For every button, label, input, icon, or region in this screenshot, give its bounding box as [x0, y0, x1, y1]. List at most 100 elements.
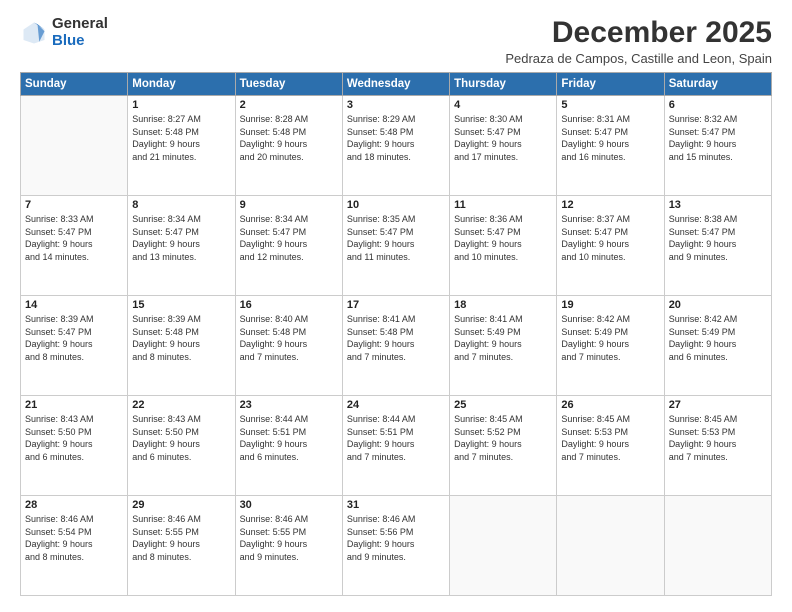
- table-row: 6Sunrise: 8:32 AM Sunset: 5:47 PM Daylig…: [664, 96, 771, 196]
- table-row: 27 Sunrise: 8:45 AM Sunset: 5:53 PM Dayli…: [664, 396, 771, 496]
- col-thursday: Thursday: [450, 73, 557, 96]
- day-number: 29: [132, 499, 230, 511]
- day-info: Sunrise: 8:41 AM Sunset: 5:49 PM Dayligh…: [454, 313, 552, 363]
- table-row: 18 Sunrise: 8:41 AM Sunset: 5:49 PM Dayli…: [450, 296, 557, 396]
- day-info: Sunrise: 8:46 AM Sunset: 5:55 PM Dayligh…: [132, 513, 230, 563]
- day-info: Sunrise: 8:34 AM Sunset: 5:47 PM Dayligh…: [240, 213, 338, 263]
- day-number: 15: [132, 299, 230, 311]
- day-number: 19: [561, 299, 659, 311]
- col-saturday: Saturday: [664, 73, 771, 96]
- table-row: 12Sunrise: 8:37 AM Sunset: 5:47 PM Dayli…: [557, 196, 664, 296]
- day-number: 30: [240, 499, 338, 511]
- calendar-header-row: Sunday Monday Tuesday Wednesday Thursday…: [21, 73, 772, 96]
- table-row: 9 Sunrise: 8:34 AM Sunset: 5:47 PM Daylig…: [235, 196, 342, 296]
- logo-text: General Blue: [52, 16, 108, 49]
- day-number: 27: [669, 399, 767, 411]
- day-info: Sunrise: 8:33 AM Sunset: 5:47 PM Dayligh…: [25, 213, 123, 263]
- day-info: Sunrise: 8:39 AM Sunset: 5:47 PM Dayligh…: [25, 313, 123, 363]
- day-number: 23: [240, 399, 338, 411]
- table-row: 3Sunrise: 8:29 AM Sunset: 5:48 PM Daylig…: [342, 96, 449, 196]
- calendar-week-row: 21 Sunrise: 8:43 AM Sunset: 5:50 PM Dayli…: [21, 396, 772, 496]
- day-info: Sunrise: 8:46 AM Sunset: 5:56 PM Dayligh…: [347, 513, 445, 563]
- page: General Blue December 2025 Pedraza de Ca…: [0, 0, 792, 612]
- day-info: Sunrise: 8:42 AM Sunset: 5:49 PM Dayligh…: [669, 313, 767, 363]
- day-info: Sunrise: 8:30 AM Sunset: 5:47 PM Dayligh…: [454, 113, 552, 163]
- table-row: 13 Sunrise: 8:38 AM Sunset: 5:47 PM Dayli…: [664, 196, 771, 296]
- day-info: Sunrise: 8:45 AM Sunset: 5:53 PM Dayligh…: [669, 413, 767, 463]
- day-number: 11: [454, 199, 552, 211]
- day-info: Sunrise: 8:39 AM Sunset: 5:48 PM Dayligh…: [132, 313, 230, 363]
- col-friday: Friday: [557, 73, 664, 96]
- calendar-week-row: 14 Sunrise: 8:39 AM Sunset: 5:47 PM Dayli…: [21, 296, 772, 396]
- logo-blue: Blue: [52, 33, 108, 50]
- table-row: 22Sunrise: 8:43 AM Sunset: 5:50 PM Dayli…: [128, 396, 235, 496]
- day-info: Sunrise: 8:44 AM Sunset: 5:51 PM Dayligh…: [347, 413, 445, 463]
- day-number: 28: [25, 499, 123, 511]
- table-row: 24Sunrise: 8:44 AM Sunset: 5:51 PM Dayli…: [342, 396, 449, 496]
- day-number: 9: [240, 199, 338, 211]
- day-info: Sunrise: 8:41 AM Sunset: 5:48 PM Dayligh…: [347, 313, 445, 363]
- day-info: Sunrise: 8:35 AM Sunset: 5:47 PM Dayligh…: [347, 213, 445, 263]
- table-row: 4Sunrise: 8:30 AM Sunset: 5:47 PM Daylig…: [450, 96, 557, 196]
- day-number: 10: [347, 199, 445, 211]
- day-info: Sunrise: 8:45 AM Sunset: 5:53 PM Dayligh…: [561, 413, 659, 463]
- logo: General Blue: [20, 16, 108, 49]
- table-row: 10 Sunrise: 8:35 AM Sunset: 5:47 PM Dayli…: [342, 196, 449, 296]
- table-row: 21 Sunrise: 8:43 AM Sunset: 5:50 PM Dayli…: [21, 396, 128, 496]
- table-row: 7 Sunrise: 8:33 AM Sunset: 5:47 PM Daylig…: [21, 196, 128, 296]
- table-row: 5 Sunrise: 8:31 AM Sunset: 5:47 PM Daylig…: [557, 96, 664, 196]
- logo-icon: [20, 19, 48, 47]
- day-number: 8: [132, 199, 230, 211]
- table-row: 25 Sunrise: 8:45 AM Sunset: 5:52 PM Dayli…: [450, 396, 557, 496]
- day-number: 26: [561, 399, 659, 411]
- table-row: [664, 496, 771, 596]
- day-number: 21: [25, 399, 123, 411]
- table-row: 31Sunrise: 8:46 AM Sunset: 5:56 PM Dayli…: [342, 496, 449, 596]
- calendar-week-row: 7 Sunrise: 8:33 AM Sunset: 5:47 PM Daylig…: [21, 196, 772, 296]
- day-info: Sunrise: 8:38 AM Sunset: 5:47 PM Dayligh…: [669, 213, 767, 263]
- day-number: 14: [25, 299, 123, 311]
- col-wednesday: Wednesday: [342, 73, 449, 96]
- day-info: Sunrise: 8:46 AM Sunset: 5:55 PM Dayligh…: [240, 513, 338, 563]
- day-number: 20: [669, 299, 767, 311]
- col-tuesday: Tuesday: [235, 73, 342, 96]
- table-row: 1Sunrise: 8:27 AM Sunset: 5:48 PM Daylig…: [128, 96, 235, 196]
- day-info: Sunrise: 8:43 AM Sunset: 5:50 PM Dayligh…: [25, 413, 123, 463]
- day-number: 13: [669, 199, 767, 211]
- table-row: 29 Sunrise: 8:46 AM Sunset: 5:55 PM Dayli…: [128, 496, 235, 596]
- day-number: 7: [25, 199, 123, 211]
- table-row: 16Sunrise: 8:40 AM Sunset: 5:48 PM Dayli…: [235, 296, 342, 396]
- table-row: [450, 496, 557, 596]
- day-number: 3: [347, 99, 445, 111]
- location-title: Pedraza de Campos, Castille and Leon, Sp…: [505, 51, 772, 66]
- day-info: Sunrise: 8:43 AM Sunset: 5:50 PM Dayligh…: [132, 413, 230, 463]
- day-info: Sunrise: 8:28 AM Sunset: 5:48 PM Dayligh…: [240, 113, 338, 163]
- day-number: 6: [669, 99, 767, 111]
- table-row: 11 Sunrise: 8:36 AM Sunset: 5:47 PM Dayli…: [450, 196, 557, 296]
- table-row: 23 Sunrise: 8:44 AM Sunset: 5:51 PM Dayli…: [235, 396, 342, 496]
- table-row: 15 Sunrise: 8:39 AM Sunset: 5:48 PM Dayli…: [128, 296, 235, 396]
- day-number: 12: [561, 199, 659, 211]
- col-sunday: Sunday: [21, 73, 128, 96]
- table-row: 19 Sunrise: 8:42 AM Sunset: 5:49 PM Dayli…: [557, 296, 664, 396]
- calendar-week-row: 1Sunrise: 8:27 AM Sunset: 5:48 PM Daylig…: [21, 96, 772, 196]
- calendar-table: Sunday Monday Tuesday Wednesday Thursday…: [20, 72, 772, 596]
- day-number: 25: [454, 399, 552, 411]
- day-info: Sunrise: 8:40 AM Sunset: 5:48 PM Dayligh…: [240, 313, 338, 363]
- day-info: Sunrise: 8:31 AM Sunset: 5:47 PM Dayligh…: [561, 113, 659, 163]
- day-info: Sunrise: 8:42 AM Sunset: 5:49 PM Dayligh…: [561, 313, 659, 363]
- day-number: 18: [454, 299, 552, 311]
- title-block: December 2025 Pedraza de Campos, Castill…: [505, 16, 772, 66]
- day-number: 5: [561, 99, 659, 111]
- col-monday: Monday: [128, 73, 235, 96]
- table-row: 8 Sunrise: 8:34 AM Sunset: 5:47 PM Daylig…: [128, 196, 235, 296]
- day-info: Sunrise: 8:45 AM Sunset: 5:52 PM Dayligh…: [454, 413, 552, 463]
- table-row: 30 Sunrise: 8:46 AM Sunset: 5:55 PM Dayli…: [235, 496, 342, 596]
- day-number: 2: [240, 99, 338, 111]
- day-info: Sunrise: 8:36 AM Sunset: 5:47 PM Dayligh…: [454, 213, 552, 263]
- table-row: 2 Sunrise: 8:28 AM Sunset: 5:48 PM Daylig…: [235, 96, 342, 196]
- table-row: 14 Sunrise: 8:39 AM Sunset: 5:47 PM Dayli…: [21, 296, 128, 396]
- logo-general: General: [52, 16, 108, 33]
- day-info: Sunrise: 8:34 AM Sunset: 5:47 PM Dayligh…: [132, 213, 230, 263]
- day-info: Sunrise: 8:44 AM Sunset: 5:51 PM Dayligh…: [240, 413, 338, 463]
